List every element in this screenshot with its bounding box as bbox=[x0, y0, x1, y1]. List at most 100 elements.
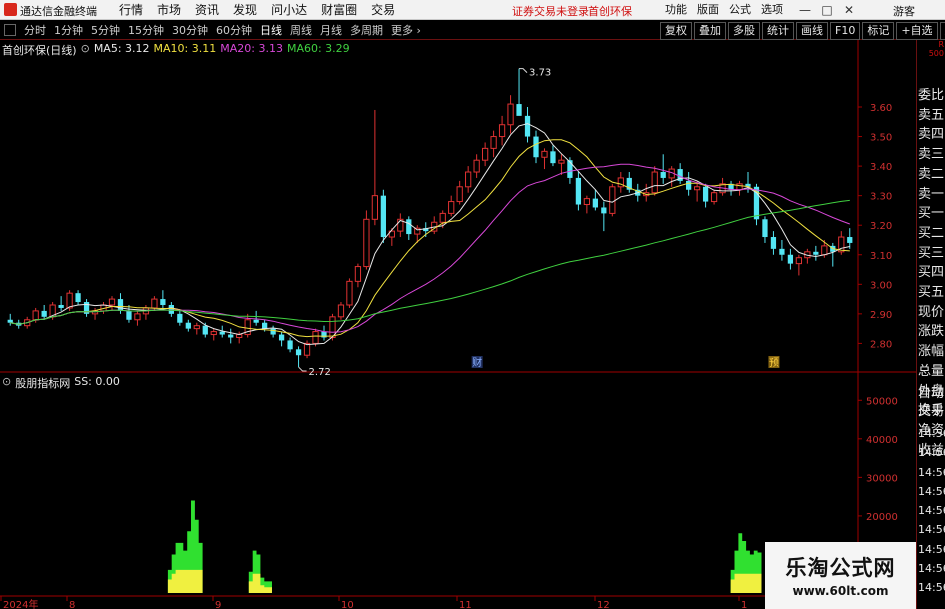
candle-body bbox=[575, 177, 582, 205]
candle bbox=[465, 166, 472, 193]
period-more[interactable]: 更多 › bbox=[387, 21, 425, 40]
period-1min[interactable]: 1分钟 bbox=[50, 21, 87, 40]
menu-function[interactable]: 功能 bbox=[660, 0, 692, 20]
menu-news[interactable]: 资讯 bbox=[188, 0, 226, 20]
candle bbox=[337, 302, 345, 320]
login-notice[interactable]: 证券交易未登录 bbox=[512, 3, 589, 19]
period-30min[interactable]: 30分钟 bbox=[168, 21, 212, 40]
yellow-indicator-area bbox=[730, 573, 762, 593]
draw-line-button[interactable]: 画线 bbox=[796, 22, 828, 40]
date-label: 2024年 bbox=[3, 598, 38, 609]
candle bbox=[795, 254, 803, 276]
candle bbox=[210, 328, 217, 341]
candle-body bbox=[473, 159, 480, 173]
statistics-button[interactable]: 统计 bbox=[762, 22, 794, 40]
period-multi[interactable]: 多周期 bbox=[346, 21, 387, 40]
quote-label-price: 现价 bbox=[918, 304, 945, 320]
maximize-icon[interactable]: □ bbox=[816, 0, 838, 20]
add-watchlist-button[interactable]: +自选 bbox=[896, 22, 938, 40]
menu-options[interactable]: 选项 bbox=[756, 0, 788, 20]
period-60min[interactable]: 60分钟 bbox=[212, 21, 256, 40]
menu-wealth[interactable]: 财富圈 bbox=[314, 0, 364, 20]
menu-ask[interactable]: 问小达 bbox=[264, 0, 314, 20]
candle bbox=[58, 296, 64, 311]
minimize-icon[interactable]: — bbox=[794, 0, 816, 20]
main-chart-legend: 首创环保(日线) ⊙ MA5: 3.12 MA10: 3.11 MA20: 3.… bbox=[2, 42, 354, 58]
legend-dropdown-icon[interactable]: ⊙ bbox=[81, 42, 90, 58]
candle-body bbox=[32, 310, 39, 321]
trade-time: 14:56 bbox=[918, 446, 945, 460]
back-button[interactable]: 返回 bbox=[939, 22, 945, 40]
stock-name-notice[interactable]: 首创环保 bbox=[588, 3, 632, 19]
candle-body bbox=[550, 151, 556, 164]
mark-button[interactable]: 标记 bbox=[862, 22, 895, 40]
candle bbox=[643, 183, 650, 202]
candle bbox=[838, 231, 845, 255]
candle-body bbox=[41, 310, 47, 317]
period-toolbar: 分时 1分钟 5分钟 15分钟 30分钟 60分钟 日线 周线 月线 多周期 更… bbox=[0, 21, 945, 40]
auto-trade-label[interactable]: 自动 交易 bbox=[918, 385, 944, 421]
menu-discover[interactable]: 发现 bbox=[226, 0, 264, 20]
candle-body bbox=[303, 342, 311, 356]
candle-body bbox=[406, 219, 412, 235]
candle-body bbox=[567, 160, 573, 178]
menu-trade[interactable]: 交易 bbox=[364, 0, 402, 20]
candle bbox=[431, 216, 438, 235]
candle-body bbox=[847, 237, 853, 243]
candle-body bbox=[295, 349, 302, 356]
date-label: 11 bbox=[459, 600, 472, 609]
period-intraday[interactable]: 分时 bbox=[20, 21, 50, 40]
candle bbox=[583, 195, 591, 214]
candle bbox=[736, 180, 743, 196]
candle bbox=[448, 195, 455, 217]
price-tick-label: 3.50 bbox=[870, 133, 892, 144]
candle-body bbox=[371, 195, 379, 220]
candle-body bbox=[439, 212, 446, 223]
candle-body bbox=[795, 257, 803, 265]
candle bbox=[287, 337, 293, 353]
restore-rights-button[interactable]: 复权 bbox=[660, 22, 692, 40]
candle-body bbox=[185, 322, 191, 329]
period-daily[interactable]: 日线 bbox=[256, 21, 286, 40]
ma5-label: MA5: 3.12 bbox=[93, 42, 150, 55]
trade-time-list: 14:56 14:56 14:56 14:56 14:56 14:56 14:5… bbox=[918, 424, 945, 598]
candle-body bbox=[693, 186, 701, 191]
candle-body bbox=[66, 292, 73, 309]
candle-body bbox=[58, 304, 64, 308]
quote-label-sell1: 卖一 bbox=[918, 186, 945, 202]
period-15min[interactable]: 15分钟 bbox=[124, 21, 168, 40]
indicator-dropdown-icon[interactable]: ⊙ bbox=[2, 375, 11, 391]
menu-layout[interactable]: 版面 bbox=[692, 0, 724, 20]
candle-body bbox=[516, 104, 522, 116]
close-icon[interactable]: ✕ bbox=[838, 0, 860, 20]
app-title: 通达信金融终端 bbox=[20, 5, 97, 18]
period-monthly[interactable]: 月线 bbox=[316, 21, 346, 40]
main-price-axis: 3.60 3.50 3.40 3.30 3.20 3.10 3.00 2.90 2.80 bbox=[858, 103, 892, 350]
event-badge: 财 bbox=[471, 356, 483, 369]
candlestick-series bbox=[7, 68, 853, 368]
period-weekly[interactable]: 周线 bbox=[286, 21, 316, 40]
candle-body bbox=[108, 298, 116, 306]
menu-market[interactable]: 市场 bbox=[150, 0, 188, 20]
candle-body bbox=[270, 328, 276, 335]
guest-login[interactable]: 游客 bbox=[893, 3, 915, 19]
menu-quotes[interactable]: 行情 bbox=[112, 0, 150, 20]
stock-label[interactable]: 首创环保(日线) bbox=[2, 42, 77, 58]
sub-chart-legend: ⊙ 股朋指标网 SS: 0.00 bbox=[2, 375, 124, 391]
candle-body bbox=[202, 325, 208, 335]
overlay-button[interactable]: 叠加 bbox=[694, 22, 726, 40]
ma20-label: MA20: 3.13 bbox=[220, 42, 283, 55]
kline-chart[interactable]: 3.60 3.50 3.40 3.30 3.20 3.10 3.00 2.90 2.80 3.7… bbox=[0, 40, 916, 609]
f10-button[interactable]: F10 bbox=[830, 22, 861, 40]
candle bbox=[601, 201, 607, 232]
grid-icon[interactable] bbox=[4, 24, 16, 36]
menu-formula[interactable]: 公式 bbox=[724, 0, 756, 20]
multi-stock-button[interactable]: 多股 bbox=[728, 22, 760, 40]
candle bbox=[371, 109, 379, 226]
quote-label-sell4: 卖四 bbox=[918, 127, 945, 143]
indicator-name[interactable]: 股朋指标网 bbox=[15, 375, 70, 391]
event-badge-label: 财 bbox=[472, 356, 482, 369]
period-5min[interactable]: 5分钟 bbox=[87, 21, 124, 40]
candle bbox=[847, 228, 853, 249]
candle-body bbox=[533, 136, 539, 158]
